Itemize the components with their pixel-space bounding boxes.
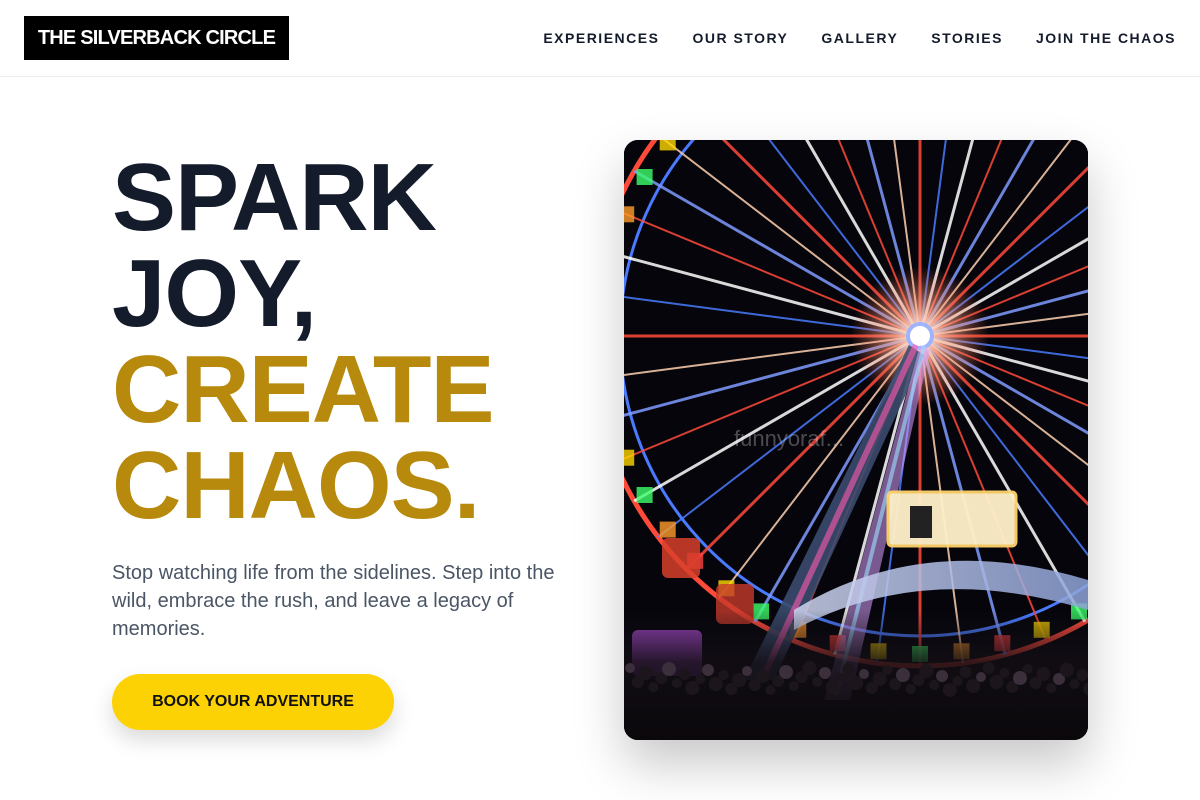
crowd-head [982,662,995,674]
hero-headline: SPARK JOY, CREATE CHAOS. [112,144,495,539]
crowd-head [819,667,831,679]
crowd-head [966,679,981,693]
crowd-head [718,670,729,680]
nav-link-stories[interactable]: STORIES [931,30,1003,46]
crowd-head [929,680,940,690]
crowd-head [842,663,855,675]
crowd-head [882,665,893,675]
wheel-gondola [624,449,635,466]
crowd-head [1046,683,1057,693]
crowd-head [959,666,972,678]
crowd-head [936,670,948,682]
crowd-head [802,661,817,675]
hero-image-ferris-wheel: funnyoraf... [624,140,1088,740]
nav-link-join-the-chaos[interactable]: JOIN THE CHAOS [1036,30,1176,46]
wheel-gondola [636,487,653,503]
headline-line-joy: JOY, [112,240,317,347]
crowd-head [662,662,676,676]
crowd-head [825,680,840,694]
headline-line-spark: SPARK [112,144,437,251]
crowd-head [942,683,957,697]
crowd-head [849,676,864,690]
crowd-head [919,664,934,678]
crowd-head [859,669,869,679]
nav-link-gallery[interactable]: GALLERY [821,30,898,46]
crowd-head [952,676,963,686]
top-navbar: THE SILVERBACK CIRCLE EXPERIENCES OUR ST… [0,0,1200,77]
crowd-head [999,668,1010,678]
crowd-head [708,677,723,691]
crowd-head [742,666,752,676]
crowd-head [1036,667,1051,681]
crowd-head [1059,663,1074,677]
main-navigation: EXPERIENCES OUR STORY GALLERY STORIES JO… [543,30,1176,46]
crowd-head [779,665,793,679]
ferris-wheel-illustration [624,140,1088,740]
crowd-head [1013,671,1027,685]
crowd-head [812,677,823,687]
crowd-head [1022,664,1033,674]
crowd-head [905,684,916,694]
crowd-head [678,668,691,680]
crowd-head [989,675,1004,689]
crowd-head [872,672,887,686]
wheel-gondola [659,521,676,538]
nav-link-our-story[interactable]: OUR STORY [692,30,788,46]
crowd-head [1069,679,1080,689]
nav-link-experiences[interactable]: EXPERIENCES [543,30,659,46]
crowd-head [1076,669,1088,681]
crowd-head [648,682,659,692]
crowd-head [835,673,846,683]
wheel-gondola [659,140,676,151]
crowd-head [625,663,635,673]
image-watermark: funnyoraf... [734,426,845,451]
crowd-head [638,666,653,680]
hero-description: Stop watching life from the sidelines. S… [112,562,555,640]
crowd-head [702,664,714,676]
brand-logo[interactable]: THE SILVERBACK CIRCLE [24,16,289,60]
wheel-gondola [636,169,653,185]
crowd-head [788,681,799,691]
headline-line-create: CREATE [112,336,495,443]
crowd-head [896,668,910,682]
crowd-head [695,674,706,684]
crowd-head [685,681,700,695]
crowd-head [755,669,770,683]
crowd-head [765,685,776,695]
headline-line-chaos: CHAOS. [112,432,480,539]
crowd-head [976,672,986,682]
crowd-head [732,673,747,687]
book-adventure-button[interactable]: BOOK YOUR ADVENTURE [112,674,394,730]
wheel-gondola [624,206,635,223]
crowd-head [671,678,682,688]
